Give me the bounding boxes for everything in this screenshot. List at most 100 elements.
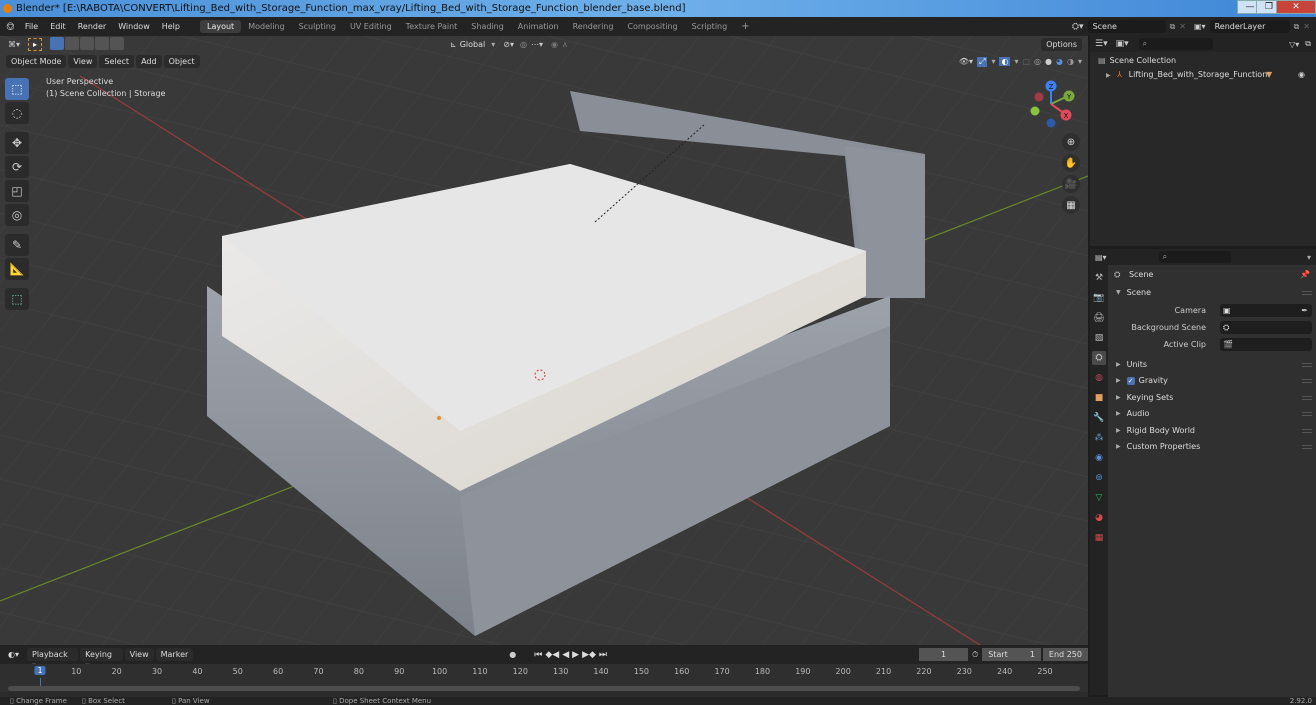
select-box-tool-icon[interactable]: ⬚ bbox=[5, 78, 29, 100]
menu-select[interactable]: Select bbox=[99, 55, 135, 68]
falloff-icon[interactable]: ∧ bbox=[562, 40, 568, 49]
gizmo-neg-x[interactable] bbox=[1034, 92, 1044, 102]
menu-keying[interactable]: Keying ▾ bbox=[80, 648, 123, 670]
drag-handle[interactable] bbox=[1302, 379, 1312, 384]
menu-file[interactable]: File bbox=[19, 22, 44, 31]
world-tab-icon[interactable]: ◍ bbox=[1092, 371, 1106, 385]
gizmo-neg-z[interactable] bbox=[1046, 118, 1056, 128]
texture-tab-icon[interactable]: ▦ bbox=[1092, 531, 1106, 545]
tab-modeling[interactable]: Modeling bbox=[241, 20, 291, 33]
material-preview-icon[interactable]: ◕ bbox=[1056, 57, 1063, 66]
blender-menu-icon[interactable]: ⎊ bbox=[6, 20, 15, 34]
measure-tool-icon[interactable]: 📐 bbox=[5, 258, 29, 280]
gizmo-neg-y[interactable] bbox=[1030, 106, 1040, 116]
pan-view-icon[interactable]: ✋ bbox=[1062, 154, 1080, 172]
panel-gravity[interactable]: ▶ ✓ Gravity bbox=[1112, 373, 1316, 390]
select-new-icon[interactable] bbox=[50, 37, 65, 50]
camera-view-icon[interactable]: 🎥 bbox=[1062, 175, 1080, 193]
select-tool-icon[interactable]: ▸ bbox=[28, 38, 43, 51]
frame-ruler[interactable]: 1 10 20 30 40 50 60 70 80 90 100 110 120 130 140 150 16… bbox=[0, 664, 1088, 680]
transform-tool-icon[interactable]: ◎ bbox=[5, 204, 29, 226]
data-tab-icon[interactable]: ▽ bbox=[1092, 491, 1106, 505]
menu-view[interactable]: View bbox=[124, 648, 154, 661]
close-button[interactable]: ✕ bbox=[1276, 0, 1316, 14]
menu-marker[interactable]: Marker bbox=[155, 648, 194, 661]
delete-view-layer-icon[interactable]: ✕ bbox=[1303, 22, 1310, 31]
view-layer-icon[interactable]: ▣▾ bbox=[1194, 22, 1206, 31]
tab-sculpting[interactable]: Sculpting bbox=[292, 20, 343, 33]
eye-icon[interactable]: ◉ bbox=[1298, 68, 1305, 82]
tab-texture-paint[interactable]: Texture Paint bbox=[399, 20, 465, 33]
select-invert-icon[interactable] bbox=[95, 37, 110, 50]
tab-rendering[interactable]: Rendering bbox=[566, 20, 621, 33]
jump-end-icon[interactable]: ⏭ bbox=[599, 650, 607, 660]
transform-orientation-dropdown[interactable]: Global bbox=[460, 40, 486, 49]
proportional-editing-icon[interactable]: ◉ bbox=[551, 40, 558, 49]
object-mode-dropdown[interactable]: Object Mode bbox=[6, 55, 67, 68]
start-frame-field[interactable]: Start 1 bbox=[982, 648, 1041, 661]
properties-search-input[interactable]: ⌕ bbox=[1158, 251, 1231, 263]
drag-handle[interactable] bbox=[1302, 412, 1312, 417]
drag-handle[interactable] bbox=[1302, 395, 1312, 400]
scene-icon[interactable]: ⛭▾ bbox=[1072, 22, 1084, 32]
tab-uv-editing[interactable]: UV Editing bbox=[343, 20, 399, 33]
active-clip-field[interactable]: 🎬 bbox=[1220, 337, 1312, 351]
particles-tab-icon[interactable]: ⁂ bbox=[1092, 431, 1106, 445]
eyedropper-icon[interactable]: ✒ bbox=[1301, 304, 1308, 317]
gravity-checkbox[interactable]: ✓ bbox=[1126, 377, 1135, 386]
preview-range-icon[interactable]: ⏱ bbox=[972, 650, 978, 660]
menu-edit[interactable]: Edit bbox=[44, 22, 72, 31]
select-intersect-icon[interactable] bbox=[110, 37, 125, 50]
next-keyframe-icon[interactable]: ▶◆ bbox=[582, 650, 596, 660]
3d-viewport[interactable]: ⌘▾ ▸ ⊾ Global ▾ ⊘▾ ◎ ⋯▾ ◉ ∧ Options Obje… bbox=[0, 36, 1088, 645]
menu-help[interactable]: Help bbox=[156, 22, 186, 31]
timeline-scrollbar[interactable] bbox=[8, 686, 1080, 691]
drag-handle[interactable] bbox=[1302, 362, 1312, 367]
tab-compositing[interactable]: Compositing bbox=[620, 20, 684, 33]
expand-triangle-icon[interactable]: ▶ bbox=[1106, 72, 1111, 79]
output-tab-icon[interactable]: 🖨 bbox=[1092, 311, 1106, 325]
rotate-tool-icon[interactable]: ⟳ bbox=[5, 156, 29, 178]
modifier-icon[interactable]: ▼ bbox=[1266, 68, 1272, 82]
zoom-view-icon[interactable]: ⊕ bbox=[1062, 133, 1080, 151]
panel-keying-sets[interactable]: ▶ Keying Sets bbox=[1112, 390, 1316, 407]
menu-view[interactable]: View bbox=[68, 55, 98, 68]
menu-window[interactable]: Window bbox=[112, 22, 156, 31]
delete-scene-icon[interactable]: ✕ bbox=[1179, 22, 1186, 31]
end-frame-field[interactable]: End 250 bbox=[1042, 648, 1088, 661]
scene-tab-icon[interactable]: ⛭ bbox=[1092, 351, 1106, 365]
record-icon[interactable]: ● bbox=[509, 650, 516, 659]
menu-add[interactable]: Add bbox=[136, 55, 162, 68]
visibility-icon[interactable]: 👁▾ bbox=[959, 57, 973, 66]
outliner-item[interactable]: ▶ ⅄ Lifting_Bed_with_Storage_Function ▼ … bbox=[1090, 68, 1316, 82]
modifiers-tab-icon[interactable]: 🔧 bbox=[1092, 411, 1106, 425]
tool-tab-icon[interactable]: ⚒ bbox=[1092, 271, 1106, 285]
add-workspace-button[interactable]: + bbox=[734, 19, 756, 34]
new-view-layer-icon[interactable]: ⧉ bbox=[1294, 22, 1300, 32]
current-frame-field[interactable]: 1 bbox=[919, 648, 968, 661]
rendered-shading-icon[interactable]: ◑ bbox=[1067, 57, 1074, 66]
display-mode-icon[interactable]: ☰▾ bbox=[1095, 39, 1108, 49]
transform-pivot-icon[interactable]: ⌘▾ bbox=[8, 40, 20, 49]
scene-selector[interactable]: Scene bbox=[1087, 20, 1166, 33]
outliner-scene-collection[interactable]: ▤ Scene Collection bbox=[1090, 54, 1316, 68]
material-tab-icon[interactable]: ◕ bbox=[1092, 511, 1106, 525]
object-tab-icon[interactable]: ■ bbox=[1092, 391, 1106, 405]
editor-type-icon[interactable]: ◐▾ bbox=[8, 650, 19, 659]
menu-playback[interactable]: Playback ▾ bbox=[27, 648, 79, 670]
view-layer-selector[interactable]: RenderLayer bbox=[1209, 20, 1290, 33]
outliner-search-input[interactable]: ⌕ bbox=[1138, 38, 1213, 50]
panel-scene[interactable]: ▼ Scene bbox=[1112, 285, 1316, 302]
annotate-tool-icon[interactable]: ✎ bbox=[5, 234, 29, 256]
pin-icon[interactable]: 📌 bbox=[1300, 265, 1310, 285]
play-icon[interactable]: ▶ bbox=[572, 650, 579, 660]
background-scene-field[interactable]: ⛭ bbox=[1220, 320, 1312, 334]
tab-scripting[interactable]: Scripting bbox=[685, 20, 735, 33]
xray-toggle-icon[interactable]: ▢ bbox=[1022, 57, 1030, 66]
select-subtract-icon[interactable] bbox=[80, 37, 95, 50]
panel-custom-properties[interactable]: ▶ Custom Properties bbox=[1112, 439, 1316, 456]
panel-rigid-body-world[interactable]: ▶ Rigid Body World bbox=[1112, 423, 1316, 440]
tab-animation[interactable]: Animation bbox=[511, 20, 566, 33]
pivot-point-icon[interactable]: ⊘▾ bbox=[503, 40, 514, 49]
editor-type-icon[interactable]: ▤▾ bbox=[1095, 253, 1107, 262]
